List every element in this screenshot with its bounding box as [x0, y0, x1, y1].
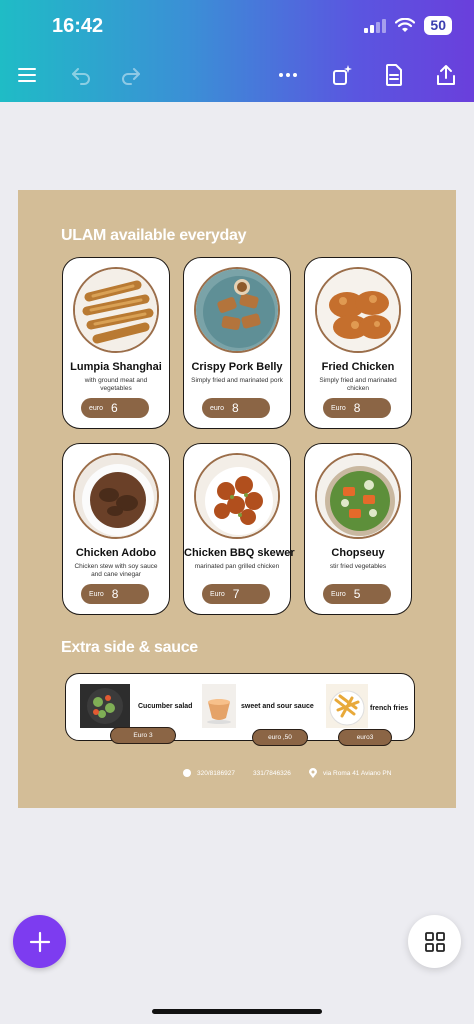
dish-name: Lumpia Shanghai: [70, 361, 162, 373]
extra-name: french fries: [370, 705, 409, 712]
dish-card[interactable]: Crispy Pork Belly Simply fried and marin…: [183, 257, 291, 429]
price-value: 8: [353, 401, 361, 415]
home-indicator: [152, 1009, 322, 1014]
dish-photo: [315, 267, 401, 353]
share-icon[interactable]: [433, 62, 459, 88]
price-value: 6: [111, 401, 118, 415]
status-indicators: 50: [364, 16, 452, 35]
extra-photo: [80, 684, 130, 728]
dish-description: Simply fried and marinated chicken: [319, 377, 397, 392]
dish-photo: [315, 453, 401, 539]
price-currency: Euro: [89, 590, 104, 598]
price-pill: Euro 5: [323, 584, 391, 604]
price-currency: Euro: [331, 590, 346, 598]
design-canvas[interactable]: ULAM available everyday Lumpia Shanghai …: [18, 190, 456, 808]
extra-name: sweet and sour sauce: [241, 703, 314, 710]
pages-grid-button[interactable]: [408, 915, 461, 968]
price-pill: Euro 8: [323, 398, 391, 418]
price-currency: euro: [210, 404, 225, 412]
extra-price-pill: euro3: [338, 729, 392, 746]
extra-photo: [326, 684, 368, 728]
phone-icon: [183, 769, 191, 777]
location-pin-icon: [308, 768, 317, 778]
dish-photo: [73, 267, 159, 353]
price-pill: euro 6: [81, 398, 149, 418]
price-pill: Euro 7: [202, 584, 270, 604]
dish-description: Simply fried and marinated pork: [191, 377, 283, 384]
dish-name: Chopseuy: [331, 547, 385, 559]
dish-name: Chicken BBQ skewer: [184, 547, 295, 559]
dish-photo: [73, 453, 159, 539]
grid-icon: [424, 931, 445, 952]
dish-description: stir fried vegetables: [329, 563, 387, 570]
dish-description: marinated pan grilled chicken: [194, 563, 280, 570]
contact-line: 320/8186927 331/7846326 via Roma 41 Avia…: [183, 768, 391, 778]
dish-photo: [194, 267, 280, 353]
cellular-signal-icon: [364, 18, 387, 33]
dish-name: Chicken Adobo: [75, 547, 157, 559]
price-value: 7: [232, 587, 240, 601]
extra-name: Cucumber salad: [138, 703, 193, 710]
price-pill: euro 8: [202, 398, 270, 418]
dish-card[interactable]: Chopseuy stir fried vegetables Euro 5: [304, 443, 412, 615]
document-icon[interactable]: [381, 62, 407, 88]
status-time: 16:42: [52, 15, 104, 37]
dish-name: Fried Chicken: [321, 361, 395, 373]
dish-description: Chicken stew with soy sauce and cane vin…: [74, 563, 158, 578]
magic-resize-icon[interactable]: [329, 62, 355, 88]
menu-title: ULAM available everyday: [61, 227, 247, 244]
dish-card[interactable]: Fried Chicken Simply fried and marinated…: [304, 257, 412, 429]
extra-price-pill: Euro 3: [110, 727, 176, 744]
dish-name: Crispy Pork Belly: [191, 361, 283, 373]
extras-title: Extra side & sauce: [61, 639, 198, 656]
contact-address: via Roma 41 Aviano PN: [322, 769, 392, 777]
more-dots-icon[interactable]: [275, 62, 301, 88]
battery-indicator: 50: [424, 16, 452, 35]
wifi-icon: [395, 18, 416, 32]
top-bar: 16:42 50: [0, 0, 474, 102]
plus-icon: [29, 931, 50, 952]
price-currency: Euro: [210, 590, 225, 598]
price-pill: Euro 8: [81, 584, 149, 604]
price-currency: euro: [89, 404, 104, 412]
hamburger-icon[interactable]: [14, 62, 40, 88]
add-element-button[interactable]: [13, 915, 66, 968]
contact-phone-2: 331/7846326: [252, 769, 291, 777]
undo-icon[interactable]: [68, 62, 94, 88]
dish-card[interactable]: Chicken Adobo Chicken stew with soy sauc…: [62, 443, 170, 615]
redo-icon[interactable]: [118, 62, 144, 88]
price-value: 5: [353, 587, 361, 601]
price-value: 8: [232, 401, 239, 415]
extra-price-pill: euro ,50: [252, 729, 308, 746]
dish-description: with ground meat and vegetables: [84, 377, 148, 392]
extra-photo: [202, 684, 236, 728]
contact-phone-1: 320/8186927: [197, 769, 235, 777]
dish-card[interactable]: Lumpia Shanghai with ground meat and veg…: [62, 257, 170, 429]
price-currency: Euro: [331, 404, 346, 412]
dish-card[interactable]: Chicken BBQ skewer marinated pan grilled…: [183, 443, 295, 615]
dish-photo: [194, 453, 280, 539]
price-value: 8: [111, 587, 119, 601]
